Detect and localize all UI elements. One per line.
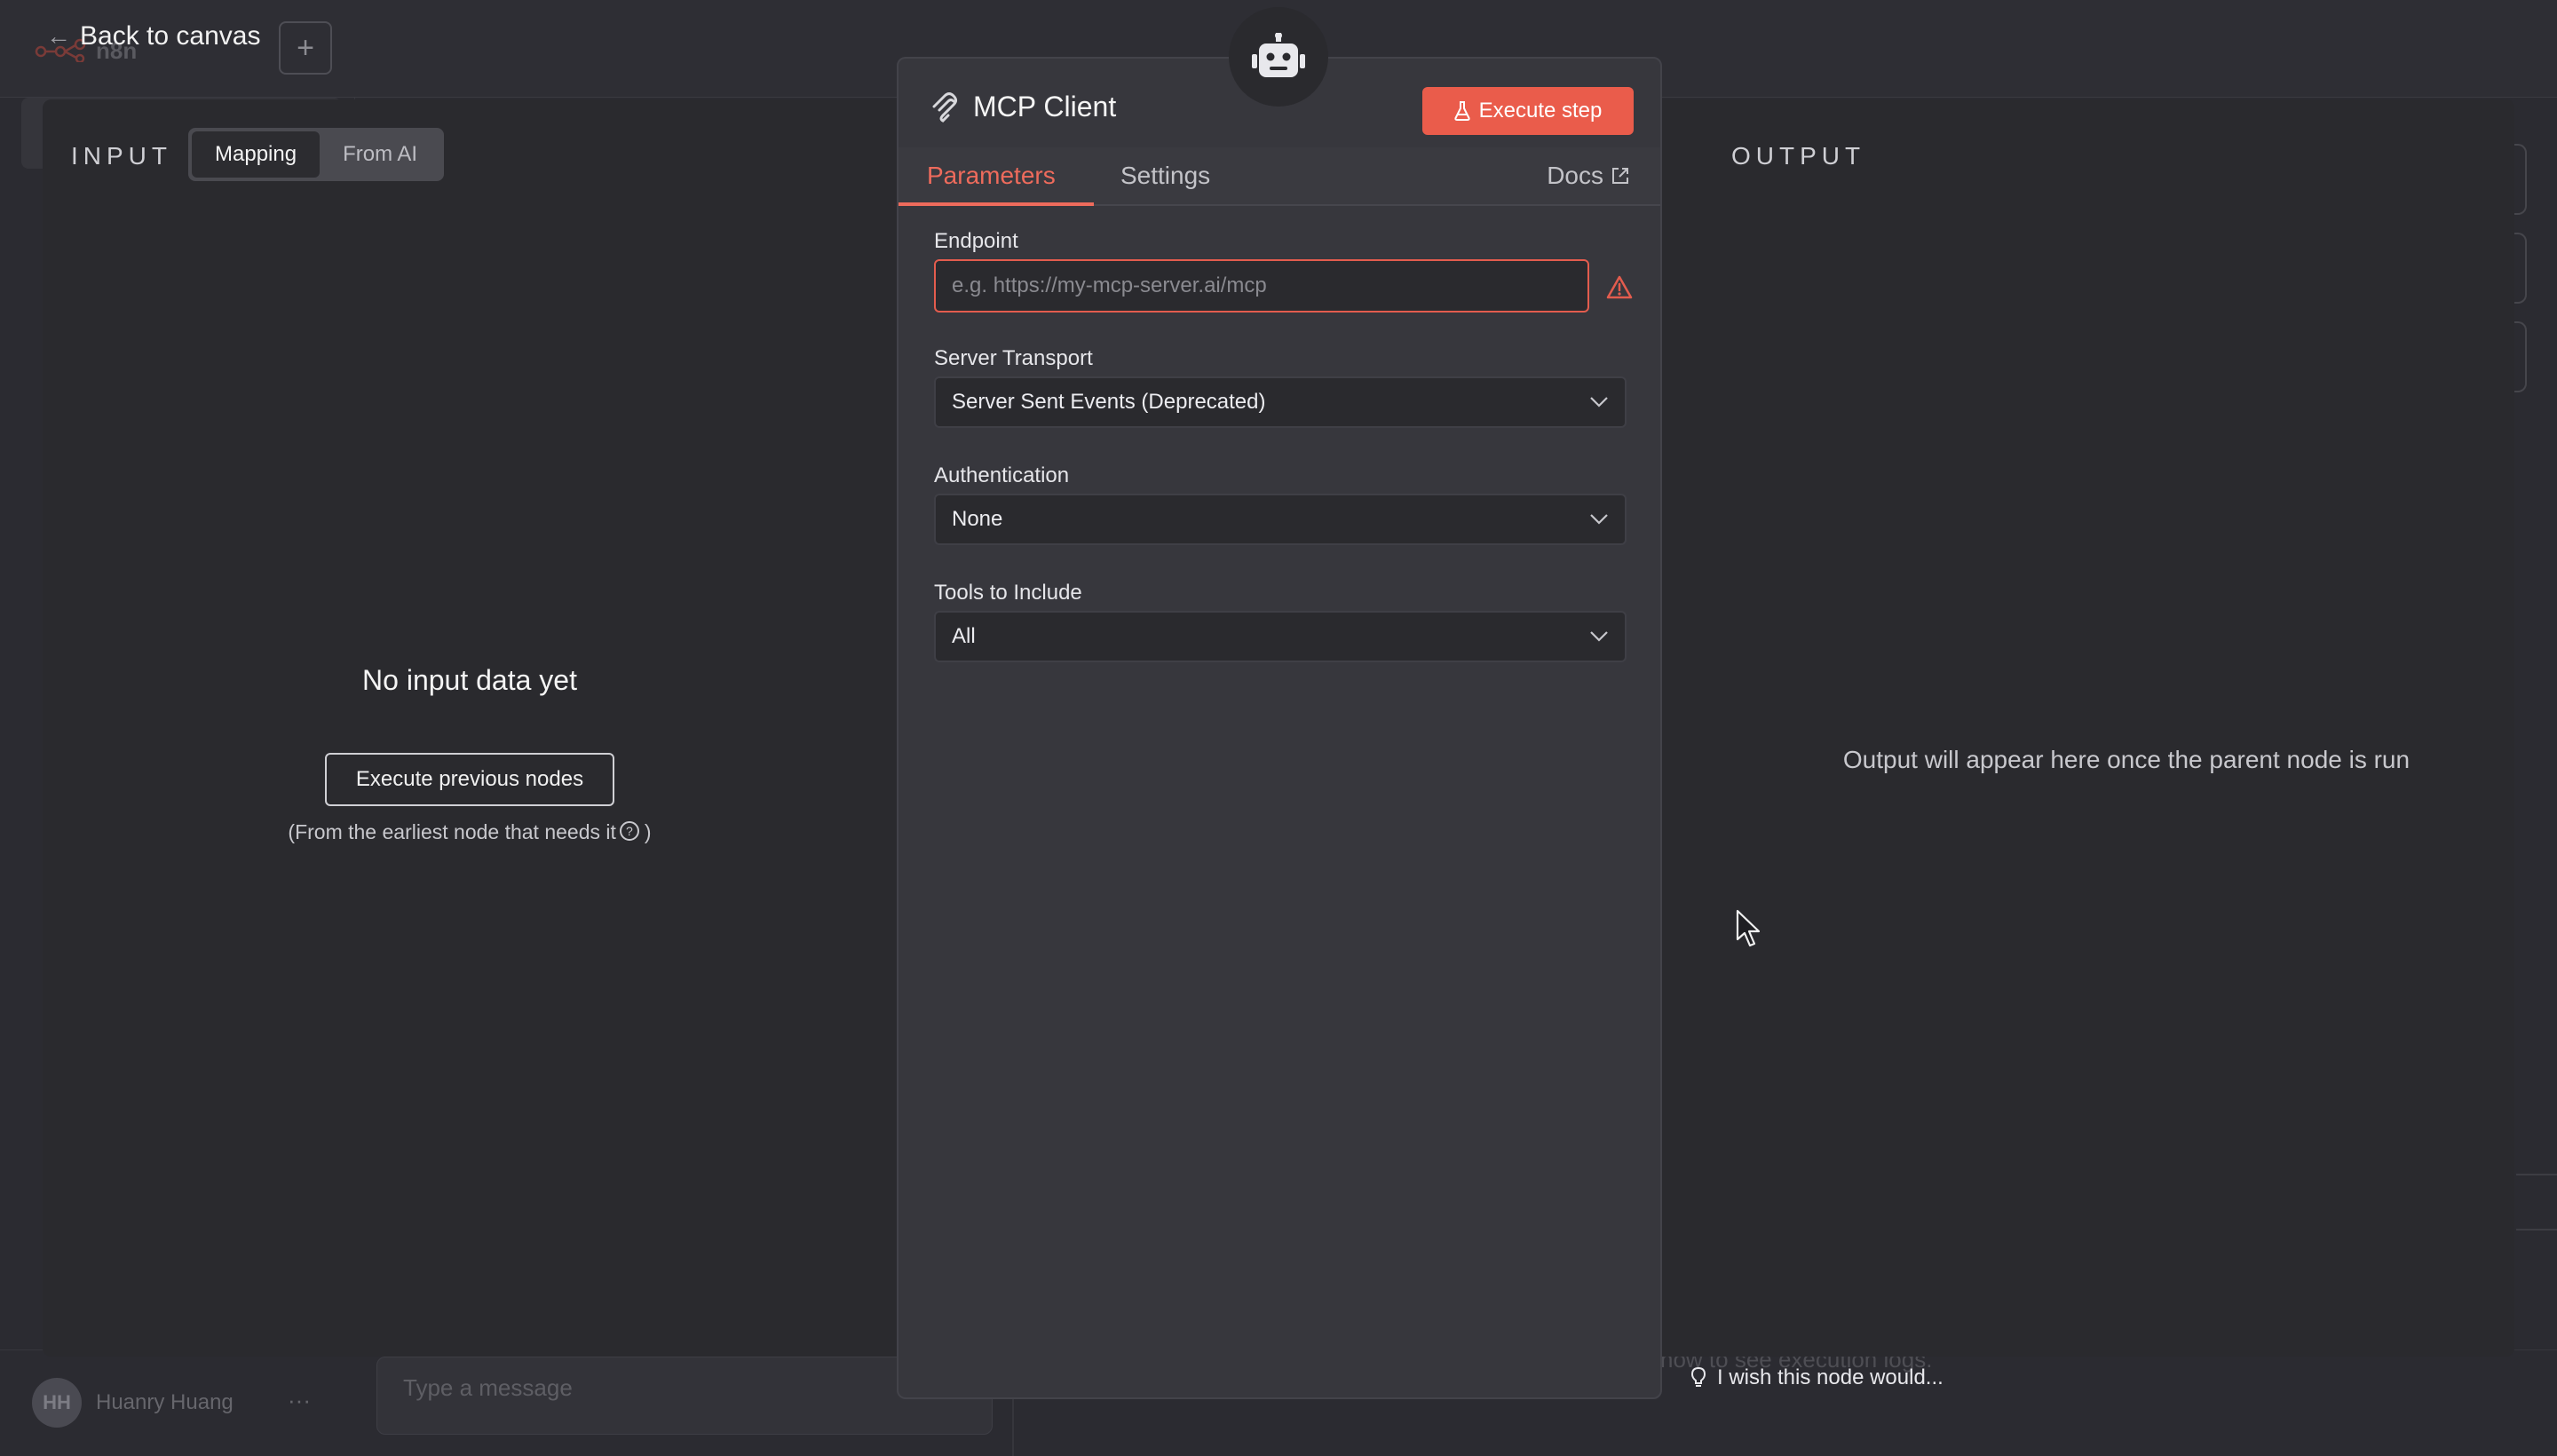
active-tab-indicator — [899, 202, 1094, 206]
execute-previous-nodes-button[interactable]: Execute previous nodes — [325, 753, 614, 806]
input-panel: INPUT Mapping From AI No input data yet … — [43, 99, 897, 1357]
authentication-label: Authentication — [934, 463, 1070, 487]
output-empty-message: Output will appear here once the parent … — [1842, 746, 2411, 773]
chevron-down-icon — [1590, 514, 1608, 525]
mode-mapping-button[interactable]: Mapping — [192, 131, 321, 178]
user-name: Huanry Huang — [96, 1390, 234, 1414]
endpoint-label: Endpoint — [934, 229, 1018, 253]
tab-settings[interactable]: Settings — [1120, 162, 1210, 190]
authentication-value: None — [952, 507, 1003, 531]
mode-from-ai-button[interactable]: From AI — [320, 131, 440, 178]
tools-to-include-select[interactable]: All — [934, 611, 1627, 662]
output-panel-title: OUTPUT — [1731, 142, 1866, 170]
hint-text-end: ) — [644, 820, 652, 843]
back-to-canvas-link[interactable]: ← Back to canvas — [46, 21, 260, 51]
node-badge — [1229, 7, 1328, 107]
execute-previous-hint: (From the earliest node that needs it?) — [43, 820, 897, 844]
output-panel: OUTPUT Output will appear here once the … — [1660, 99, 2514, 1357]
no-input-title: No input data yet — [362, 664, 577, 696]
mouse-cursor-icon — [1736, 909, 1761, 947]
server-transport-value: Server Sent Events (Deprecated) — [952, 390, 1266, 414]
background-divider — [2516, 1229, 2557, 1230]
execute-step-button[interactable]: Execute step — [1422, 87, 1634, 135]
authentication-field: Authentication None — [934, 463, 1627, 545]
tab-parameters[interactable]: Parameters — [927, 162, 1056, 190]
docs-label: Docs — [1547, 162, 1603, 189]
authentication-select[interactable]: None — [934, 494, 1627, 545]
background-divider — [2516, 1174, 2557, 1175]
chat-placeholder: Type a message — [403, 1374, 573, 1401]
avatar[interactable]: HH — [32, 1378, 82, 1428]
external-link-icon — [1612, 168, 1628, 184]
tools-to-include-label: Tools to Include — [934, 581, 1082, 605]
input-panel-title: INPUT — [71, 142, 172, 170]
feedback-label: I wish this node would... — [1717, 1365, 1943, 1389]
lightbulb-icon — [1690, 1366, 1706, 1387]
server-transport-select[interactable]: Server Sent Events (Deprecated) — [934, 376, 1627, 428]
robot-icon — [1252, 33, 1305, 77]
back-to-canvas-label: Back to canvas — [80, 21, 261, 51]
server-transport-label: Server Transport — [934, 346, 1093, 370]
add-button[interactable]: + — [279, 21, 332, 75]
mcp-icon — [932, 92, 957, 123]
server-transport-field: Server Transport Server Sent Events (Dep… — [934, 346, 1627, 428]
warning-icon — [1606, 275, 1633, 299]
parameters-panel: MCP Client Execute step Parameters Setti… — [897, 57, 1662, 1399]
node-tabs: Parameters Settings Docs — [899, 147, 1660, 206]
node-title[interactable]: MCP Client — [973, 91, 1116, 123]
chevron-down-icon — [1590, 397, 1608, 408]
hint-text: (From the earliest node that needs it — [288, 820, 616, 843]
feedback-link[interactable]: I wish this node would... — [1690, 1365, 1943, 1390]
chevron-down-icon — [1590, 631, 1608, 642]
endpoint-input[interactable] — [934, 259, 1589, 313]
docs-link[interactable]: Docs — [1547, 162, 1630, 190]
tools-to-include-value: All — [952, 624, 976, 648]
user-menu-button[interactable]: ··· — [288, 1387, 311, 1414]
endpoint-field: Endpoint — [934, 229, 1633, 313]
execute-step-label: Execute step — [1478, 99, 1603, 123]
flask-icon — [1454, 101, 1470, 121]
arrow-left-icon: ← — [46, 22, 71, 50]
question-icon[interactable]: ? — [619, 821, 639, 841]
tools-to-include-field: Tools to Include All — [934, 581, 1627, 662]
input-mode-switch: Mapping From AI — [188, 128, 445, 181]
